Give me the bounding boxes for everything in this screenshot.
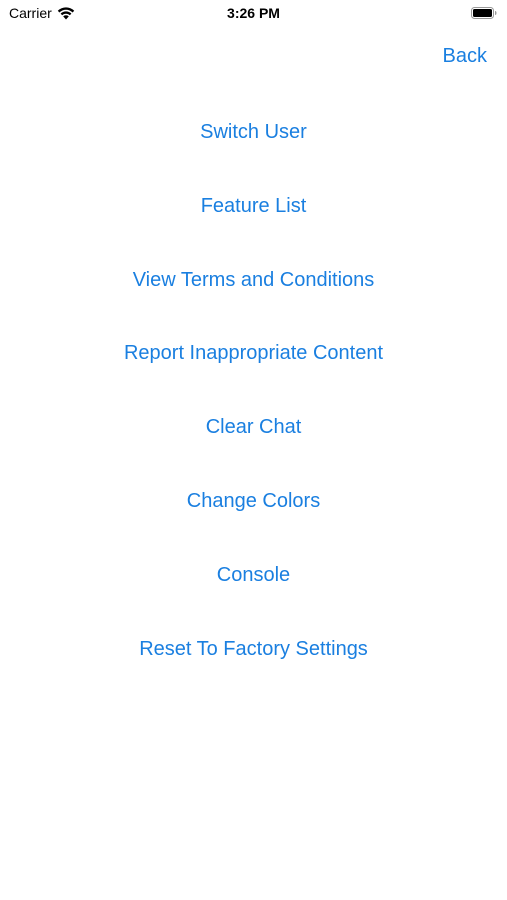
feature-list-button[interactable]: Feature List <box>0 186 507 260</box>
status-time: 3:26 PM <box>227 5 280 21</box>
settings-menu: Switch User Feature List View Terms and … <box>0 112 507 702</box>
settings-screen: Carrier 3:26 PM Back Switch User Feature… <box>0 0 507 900</box>
report-content-button[interactable]: Report Inappropriate Content <box>0 333 507 407</box>
change-colors-button[interactable]: Change Colors <box>0 481 507 555</box>
battery-icon <box>471 7 497 19</box>
switch-user-button[interactable]: Switch User <box>0 112 507 186</box>
clear-chat-button[interactable]: Clear Chat <box>0 407 507 481</box>
reset-factory-button[interactable]: Reset To Factory Settings <box>0 629 507 703</box>
view-terms-button[interactable]: View Terms and Conditions <box>0 260 507 334</box>
back-button[interactable]: Back <box>443 45 487 68</box>
console-button[interactable]: Console <box>0 555 507 629</box>
status-bar: Carrier 3:26 PM <box>0 0 507 28</box>
